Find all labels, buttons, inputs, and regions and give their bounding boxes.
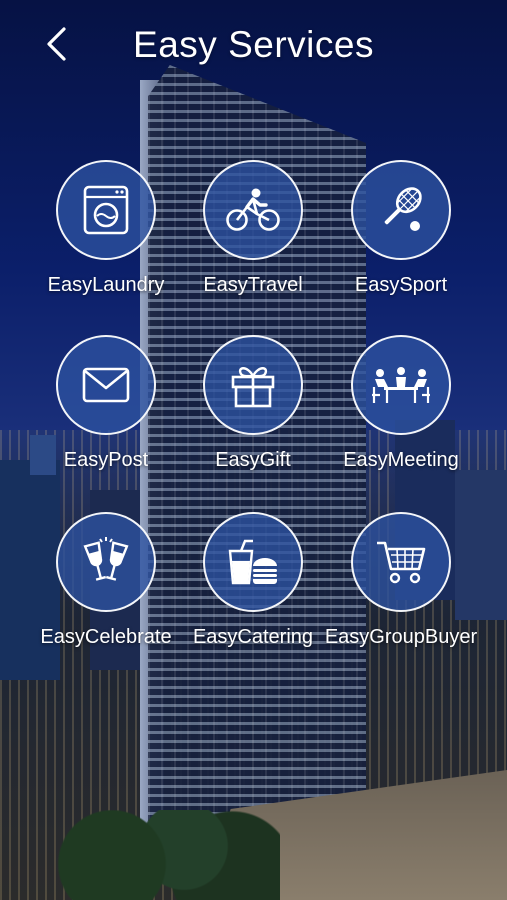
service-label: EasyCatering	[192, 626, 314, 648]
service-easytravel[interactable]: EasyTravel	[168, 160, 338, 310]
service-icon-circle	[56, 512, 156, 612]
service-easysport[interactable]: EasySport	[316, 160, 486, 310]
service-icon-circle	[56, 335, 156, 435]
service-label: EasyPost	[63, 449, 149, 471]
service-icon-circle	[351, 335, 451, 435]
tennis-racket-icon	[384, 187, 422, 231]
service-icon-circle	[351, 512, 451, 612]
service-easypost[interactable]: EasyPost	[21, 335, 191, 485]
meeting-icon	[372, 367, 430, 403]
service-icon-circle	[203, 335, 303, 435]
washing-machine-icon	[83, 185, 129, 235]
fast-food-icon	[228, 539, 277, 585]
service-icon-circle	[56, 160, 156, 260]
service-label: EasyMeeting	[343, 449, 459, 471]
service-icon-circle	[203, 512, 303, 612]
champagne-glasses-icon	[83, 537, 129, 581]
service-easymeeting[interactable]: EasyMeeting	[316, 335, 486, 485]
service-easycatering[interactable]: EasyCatering	[168, 512, 338, 662]
shopping-cart-icon	[377, 541, 426, 584]
service-label: EasyGift	[215, 449, 291, 471]
service-label: EasyCelebrate	[40, 626, 172, 648]
service-label: EasyGroupBuyer	[324, 626, 478, 648]
envelope-icon	[82, 367, 130, 403]
service-easygroupbuyer[interactable]: EasyGroupBuyer	[316, 512, 486, 662]
bicycle-icon	[226, 188, 280, 231]
service-label: EasyLaundry	[47, 274, 165, 296]
service-easylaundry[interactable]: EasyLaundry	[21, 160, 191, 310]
gift-icon	[231, 367, 275, 408]
service-icon-circle	[203, 160, 303, 260]
service-easygift[interactable]: EasyGift	[168, 335, 338, 485]
service-easycelebrate[interactable]: EasyCelebrate	[21, 512, 191, 662]
service-label: EasyTravel	[203, 274, 303, 296]
service-icon-circle	[351, 160, 451, 260]
service-label: EasySport	[354, 274, 448, 296]
services-grid: EasyLaundry EasyTravel EasySport EasyPos…	[0, 0, 507, 900]
